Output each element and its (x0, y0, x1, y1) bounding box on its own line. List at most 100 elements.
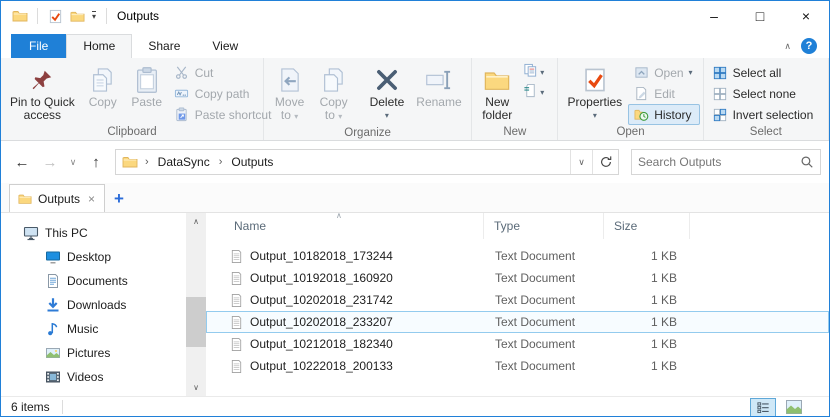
scrollbar-track[interactable] (186, 230, 206, 379)
refresh-button[interactable] (592, 150, 618, 174)
properties-button[interactable]: Properties ▾ (561, 60, 628, 125)
select-all-icon (712, 65, 728, 81)
tab-home[interactable]: Home (66, 34, 132, 58)
sidebar-item-label: Downloads (67, 298, 126, 312)
invert-selection-button[interactable]: Invert selection (707, 104, 821, 125)
address-bar[interactable]: › DataSync › Outputs ∨ (115, 149, 619, 175)
history-button[interactable]: History (628, 104, 699, 125)
table-row[interactable]: Output_10182018_173244 Text Document 1 K… (206, 245, 829, 267)
breadcrumb-outputs[interactable]: Outputs (229, 153, 275, 171)
select-all-button[interactable]: Select all (707, 62, 821, 83)
sidebar-item-label: Videos (67, 370, 103, 384)
column-header-type[interactable]: Type (484, 213, 604, 239)
sidebar-item-documents[interactable]: Documents (1, 269, 186, 293)
sidebar-item-desktop[interactable]: Desktop (1, 245, 186, 269)
edit-button[interactable]: Edit (628, 83, 699, 104)
large-icons-view-button[interactable] (781, 398, 807, 417)
select-none-button[interactable]: Select none (707, 83, 821, 104)
pin-to-quick-access-button[interactable]: Pin to Quick access (4, 60, 81, 125)
sidebar-item-label: Pictures (67, 346, 110, 360)
new-folder-icon (481, 64, 513, 96)
qat-customize-dropdown-icon[interactable]: ▾ (92, 11, 96, 21)
open-icon (633, 65, 649, 81)
copy-path-button[interactable]: Copy path (169, 83, 279, 104)
search-icon (800, 155, 814, 169)
chevron-down-icon: ▾ (540, 68, 544, 77)
table-row[interactable]: Output_10222018_200133 Text Document 1 K… (206, 355, 829, 377)
copy-icon (87, 64, 119, 96)
qat-new-folder-icon[interactable] (68, 7, 86, 25)
address-dropdown-icon[interactable]: ∨ (570, 150, 592, 174)
delete-x-icon (371, 64, 403, 96)
copy-path-icon (174, 86, 190, 102)
sidebar-item-music[interactable]: Music (1, 317, 186, 341)
edit-icon (633, 86, 649, 102)
pictures-icon (45, 345, 61, 361)
open-button[interactable]: Open ▾ (628, 62, 699, 83)
new-folder-button[interactable]: New folder (475, 60, 519, 125)
help-icon[interactable]: ? (801, 38, 817, 54)
ribbon-tab-strip: File Home Share View ∧ ? (1, 31, 829, 58)
table-row[interactable]: Output_10212018_182340 Text Document 1 K… (206, 333, 829, 355)
sidebar-item-videos[interactable]: Videos (1, 365, 186, 389)
address-folder-icon (122, 154, 138, 170)
column-header-size[interactable]: Size (604, 213, 690, 239)
tab-file[interactable]: File (11, 34, 66, 58)
status-bar: 6 items (1, 396, 829, 417)
forward-button[interactable]: → (37, 149, 63, 175)
copy-to-button[interactable]: Copy to ▾ (312, 60, 356, 126)
new-item-button[interactable]: ▾ (519, 62, 548, 82)
text-document-icon (228, 314, 244, 330)
table-row[interactable]: Output_10192018_160920 Text Document 1 K… (206, 267, 829, 289)
recent-locations-chevron-icon[interactable]: ∨ (65, 149, 81, 175)
text-document-icon (228, 358, 244, 374)
sidebar-item-label: Documents (67, 274, 128, 288)
delete-button[interactable]: Delete ▾ (364, 60, 411, 125)
chevron-down-icon: ▾ (689, 68, 693, 77)
back-button[interactable]: ← (9, 149, 35, 175)
new-tab-button[interactable]: + (105, 186, 133, 212)
table-row-selected[interactable]: Output_10202018_233207 Text Document 1 K… (206, 311, 829, 333)
paste-button[interactable]: Paste (125, 60, 169, 112)
ribbon: Pin to Quick access Copy Paste Cut (1, 58, 829, 141)
paste-shortcut-icon (174, 107, 190, 123)
item-count: 6 items (11, 400, 50, 414)
search-input[interactable] (638, 155, 800, 169)
tab-view[interactable]: View (196, 35, 254, 58)
scroll-up-icon[interactable]: ∧ (186, 213, 206, 230)
rename-button[interactable]: Rename (410, 60, 467, 112)
ribbon-minimize-icon[interactable]: ∧ (784, 41, 791, 52)
sidebar-item-label: This PC (45, 226, 88, 240)
chevron-down-icon: ▾ (385, 109, 389, 122)
qat-properties-icon[interactable] (46, 7, 64, 25)
move-to-button[interactable]: Move to ▾ (268, 60, 312, 126)
sidebar-item-this-pc[interactable]: This PC (1, 221, 186, 245)
table-row[interactable]: Output_10202018_231742 Text Document 1 K… (206, 289, 829, 311)
sidebar-item-downloads[interactable]: Downloads (1, 293, 186, 317)
column-header-name[interactable]: ∧ Name (206, 213, 484, 239)
search-box[interactable] (631, 149, 821, 175)
copy-button[interactable]: Copy (81, 60, 125, 112)
scrollbar-thumb[interactable] (186, 297, 206, 347)
close-button[interactable]: × (783, 1, 829, 31)
up-button[interactable]: ↑ (83, 149, 109, 175)
paste-shortcut-button[interactable]: Paste shortcut (169, 104, 279, 125)
file-explorer-window: ▾ Outputs – □ × File Home Share View ∧ ?… (0, 0, 830, 417)
sidebar-scrollbar[interactable]: ∧ ∨ (186, 213, 206, 396)
breadcrumb-datasync[interactable]: DataSync (156, 153, 212, 171)
sidebar-item-pictures[interactable]: Pictures (1, 341, 186, 365)
navigation-pane: This PC Desktop Documents Downloads Musi… (1, 213, 186, 396)
easy-access-button[interactable]: ▾ (519, 82, 548, 102)
cut-button[interactable]: Cut (169, 62, 279, 83)
text-document-icon (228, 270, 244, 286)
maximize-button[interactable]: □ (737, 1, 783, 31)
details-view-button[interactable] (750, 398, 776, 417)
tab-close-icon[interactable]: × (88, 192, 95, 206)
scroll-down-icon[interactable]: ∨ (186, 379, 206, 396)
minimize-button[interactable]: – (691, 1, 737, 31)
tab-outputs[interactable]: Outputs × (9, 184, 105, 212)
rename-icon (423, 64, 455, 96)
tab-share[interactable]: Share (132, 35, 196, 58)
group-label-select: Select (707, 125, 825, 140)
titlebar[interactable]: ▾ Outputs – □ × (1, 1, 829, 31)
